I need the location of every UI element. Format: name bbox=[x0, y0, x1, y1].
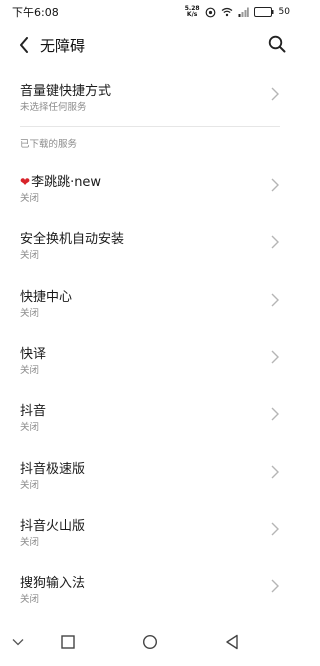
wifi-icon bbox=[221, 7, 233, 17]
chevron-right-icon bbox=[271, 407, 279, 421]
chevron-right-icon bbox=[271, 87, 279, 101]
divider bbox=[20, 126, 280, 127]
circle-icon bbox=[142, 634, 158, 650]
service-status: 关闭 bbox=[20, 365, 40, 376]
sync-icon bbox=[205, 7, 216, 18]
app-bar: 无障碍 bbox=[0, 24, 300, 66]
service-label: 抖音火山版 bbox=[20, 519, 86, 534]
back-button[interactable] bbox=[14, 34, 34, 56]
volume-shortcut-row[interactable]: 音量键快捷方式 未选择任何服务 bbox=[0, 74, 300, 122]
chevron-down-icon bbox=[12, 639, 24, 646]
service-status: 关闭 bbox=[20, 537, 40, 548]
service-row-sogou-input[interactable]: 搜狗输入法 关闭 bbox=[0, 566, 300, 614]
service-label: 安全换机自动安装 bbox=[20, 232, 125, 247]
service-label: 抖音极速版 bbox=[20, 462, 86, 477]
chevron-right-icon bbox=[271, 465, 279, 479]
chevron-right-icon bbox=[271, 235, 279, 249]
status-icons: 5.28 K/s 50 bbox=[185, 6, 290, 18]
network-speed-unit: K/s bbox=[186, 11, 198, 18]
chevron-right-icon bbox=[271, 293, 279, 307]
battery-percent: 50 bbox=[278, 7, 290, 17]
service-status: 关闭 bbox=[20, 193, 40, 204]
chevron-right-icon bbox=[271, 178, 279, 192]
nav-home-button[interactable] bbox=[140, 632, 160, 652]
service-label: 快捷中心 bbox=[20, 290, 73, 305]
service-label: 抖音 bbox=[20, 404, 47, 419]
volume-shortcut-subtitle: 未选择任何服务 bbox=[20, 102, 87, 113]
navigation-bar bbox=[0, 620, 300, 666]
heart-icon: ❤ bbox=[20, 175, 31, 189]
search-icon bbox=[268, 35, 286, 53]
battery-icon bbox=[253, 7, 274, 17]
service-status: 关闭 bbox=[20, 250, 40, 261]
service-title: ❤李跳跳·new bbox=[20, 171, 101, 190]
chevron-right-icon bbox=[271, 350, 279, 364]
service-row-safe-transfer[interactable]: 安全换机自动安装 关闭 bbox=[0, 222, 300, 270]
service-status: 关闭 bbox=[20, 480, 40, 491]
chevron-right-icon bbox=[271, 579, 279, 593]
nav-recents-button[interactable] bbox=[58, 632, 78, 652]
service-status: 关闭 bbox=[20, 594, 40, 605]
service-label: 快译 bbox=[20, 347, 47, 362]
back-arrow-icon bbox=[20, 37, 28, 53]
service-label: 搜狗输入法 bbox=[20, 576, 86, 591]
service-row-douyin-lite[interactable]: 抖音极速版 关闭 bbox=[0, 452, 300, 500]
service-row-shortcut-center[interactable]: 快捷中心 关闭 bbox=[0, 280, 300, 328]
section-header-downloaded: 已下载的服务 bbox=[20, 139, 78, 150]
triangle-back-icon bbox=[226, 634, 238, 650]
service-row-douyin-huoshan[interactable]: 抖音火山版 关闭 bbox=[0, 509, 300, 557]
nav-back-button[interactable] bbox=[222, 632, 242, 652]
service-label: 李跳跳·new bbox=[31, 175, 102, 190]
page-title: 无障碍 bbox=[40, 37, 86, 55]
service-row-douyin[interactable]: 抖音 关闭 bbox=[0, 394, 300, 442]
volume-shortcut-title: 音量键快捷方式 bbox=[20, 84, 112, 99]
search-button[interactable] bbox=[266, 33, 288, 55]
network-speed: 5.28 K/s bbox=[185, 6, 200, 18]
status-bar: 下午6:08 5.28 K/s 50 bbox=[0, 0, 300, 24]
service-row-li-tiaotiao[interactable]: ❤李跳跳·new 关闭 bbox=[0, 165, 300, 213]
service-status: 关闭 bbox=[20, 422, 40, 433]
service-status: 关闭 bbox=[20, 308, 40, 319]
status-time: 下午6:08 bbox=[12, 6, 59, 19]
square-icon bbox=[61, 635, 75, 649]
signal-icon bbox=[238, 7, 249, 17]
service-row-quick-translate[interactable]: 快译 关闭 bbox=[0, 337, 300, 385]
nav-menu-button[interactable] bbox=[8, 632, 28, 652]
chevron-right-icon bbox=[271, 522, 279, 536]
